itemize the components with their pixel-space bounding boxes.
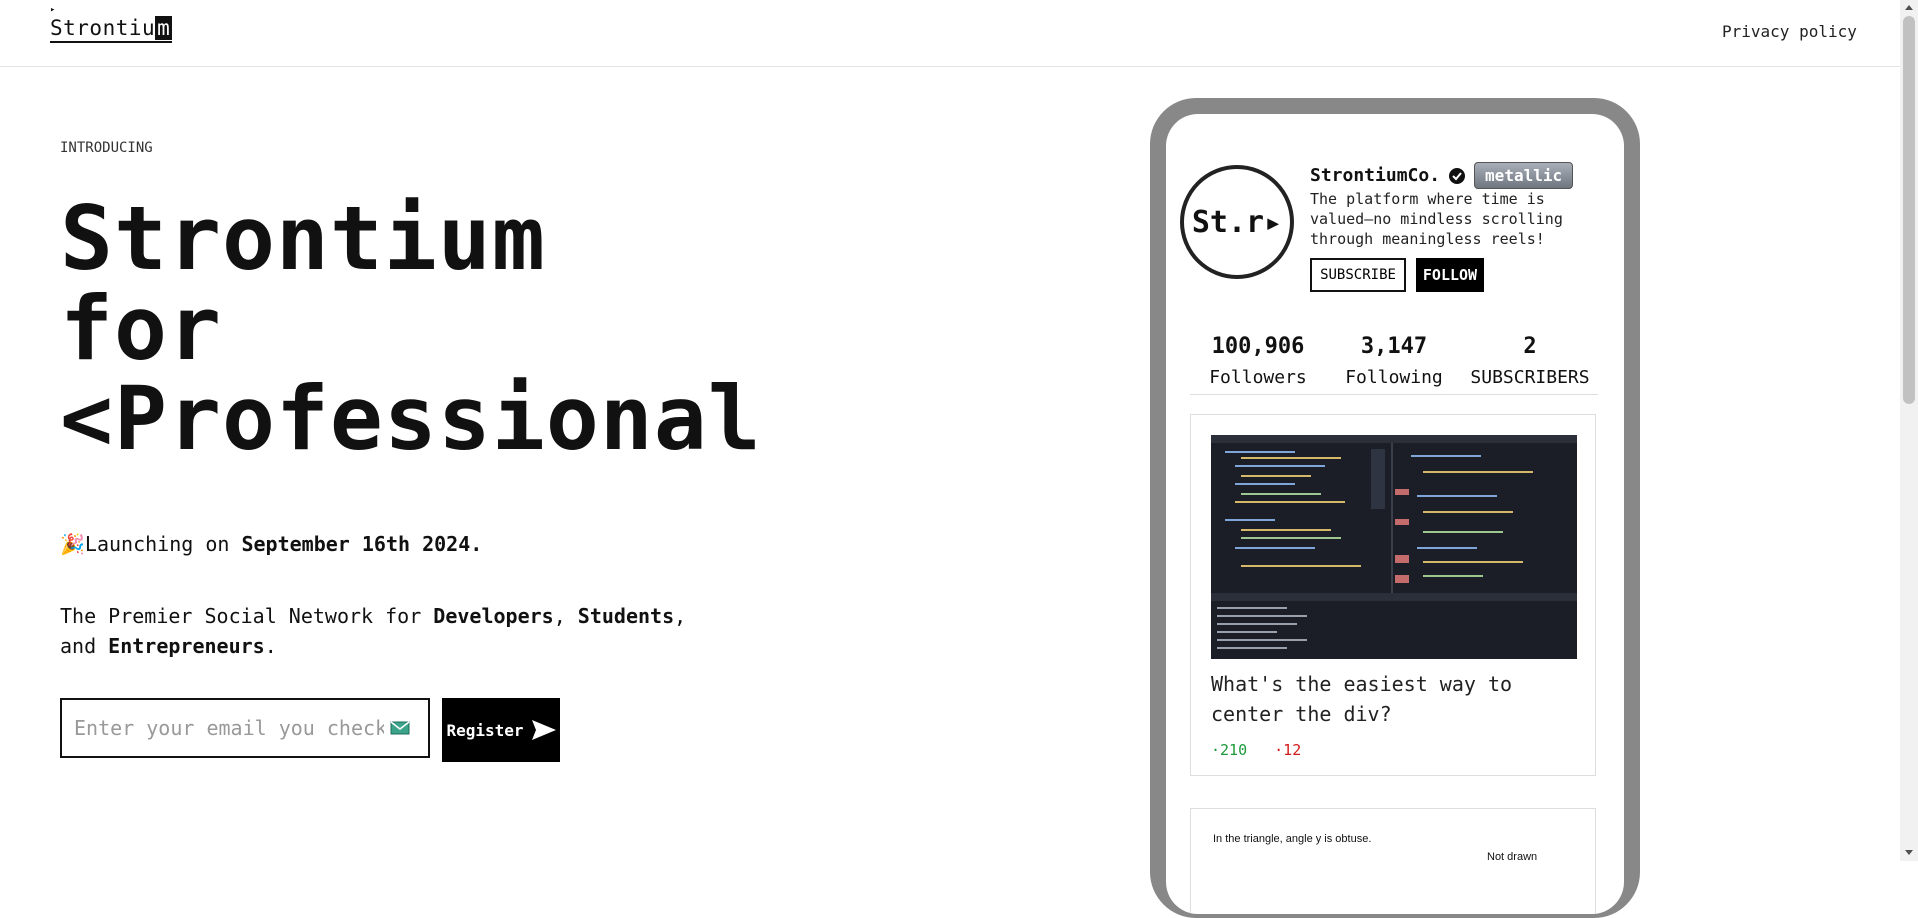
profile-stats: 100,906 Followers 3,147 Following 2 SUBS… [1190,334,1598,395]
post-title[interactable]: What's the easiest way to center the div… [1211,669,1577,729]
headline-line-1: Strontium [60,187,546,290]
launch-date: September 16th 2024. [241,532,483,556]
profile-name-row: StrontiumCo. metallic [1310,162,1574,189]
scroll-thumb[interactable] [1903,16,1915,404]
stat-following[interactable]: 3,147 Following [1326,334,1462,388]
code-editor-screenshot [1211,435,1577,659]
stat-value: 100,906 [1211,334,1305,359]
top-navbar: ▸ Strontium Privacy policy [0,0,1900,67]
stat-subscribers[interactable]: 2 SUBSCRIBERS [1462,334,1598,388]
stat-value: 3,147 [1360,334,1428,359]
tagline-developers: Developers [433,604,554,628]
profile-name: StrontiumCo. [1310,165,1441,186]
logo-caret-icon: ▸ [50,5,56,15]
tagline-end: . [264,634,277,658]
stat-label: SUBSCRIBERS [1470,367,1590,388]
upvote-count[interactable]: ·210 [1211,741,1247,759]
post-card[interactable]: What's the easiest way to center the div… [1190,414,1596,776]
privacy-policy-link[interactable]: Privacy policy [1722,22,1857,41]
tagline: The Premier Social Network for Developer… [60,601,700,661]
post-note: Not drawn [1487,851,1538,863]
phone-screen: St.r▸ StrontiumCo. metallic The platform… [1166,114,1624,914]
follow-button[interactable]: FOLLOW [1416,258,1484,292]
send-icon [531,720,556,740]
status-badge: metallic [1474,162,1574,189]
hero-headline: Strontium for <Professional [60,194,762,464]
scroll-down-icon[interactable] [1905,850,1913,855]
logo-highlight: m [155,16,173,40]
email-field-wrapper [60,698,430,758]
tagline-prefix: The Premier Social Network for [60,604,434,628]
avatar[interactable]: St.r▸ [1180,165,1294,279]
mail-icon [390,721,410,735]
post-question: In the triangle, angle y is obtuse. [1213,833,1372,845]
post-votes: ·210 ·12 [1211,741,1301,759]
profile-bio: The platform where time is valued—no min… [1310,190,1563,248]
downvote-count[interactable]: ·12 [1274,741,1301,759]
logo-text: Strontiu [50,16,156,40]
party-icon: 🎉 [60,532,85,556]
stat-label: Followers [1209,367,1307,388]
stat-value: 2 [1523,334,1537,359]
logo[interactable]: Strontium [50,16,173,43]
tagline-sep: , [553,604,578,628]
stat-label: Following [1345,367,1443,388]
tagline-students: Students [577,604,675,628]
email-input[interactable] [72,715,386,741]
tagline-entrepreneurs: Entrepreneurs [108,634,265,658]
register-button[interactable]: Register [442,698,560,762]
verified-check-icon [1449,167,1466,184]
post-card[interactable]: In the triangle, angle y is obtuse. Not … [1190,808,1596,914]
subscribe-button[interactable]: SUBSCRIBE [1310,258,1406,292]
stat-followers[interactable]: 100,906 Followers [1190,334,1326,388]
phone-mockup: St.r▸ StrontiumCo. metallic The platform… [1150,98,1640,918]
headline-line-3: <Professional [60,367,762,470]
scroll-up-icon[interactable] [1905,5,1913,10]
intro-label: INTRODUCING [60,140,153,156]
register-label: Register [446,720,524,740]
page-scrollbar[interactable] [1900,0,1918,861]
launch-date-text: 🎉Launching on September 16th 2024. [60,532,482,556]
launch-prefix: Launching on [84,532,242,556]
headline-line-2: for [60,277,222,380]
